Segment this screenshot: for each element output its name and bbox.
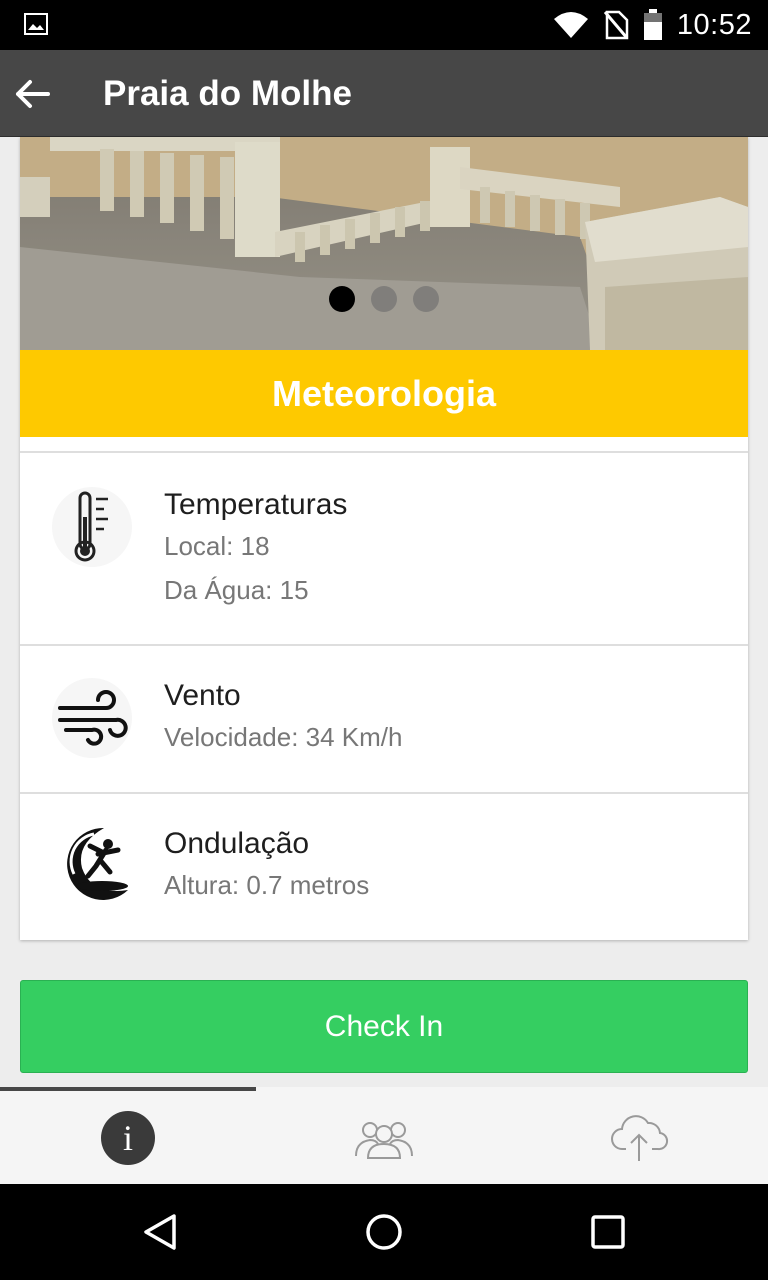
screen: 10:52 Praia do Molhe Meteorologia Temper… [0,0,768,1280]
tab-info[interactable]: i [0,1091,256,1184]
wind-speed: Velocidade: 34 Km/h [164,722,403,752]
swell-height: Altura: 0.7 metros [164,870,370,900]
status-bar: 10:52 [0,0,768,50]
carousel-indicator [20,286,748,312]
system-navigation-bar [0,1184,768,1280]
wind-text: Vento Velocidade: 34 Km/h [164,678,403,754]
page-title: Praia do Molhe [103,74,352,113]
gallery-notification-icon [24,13,48,35]
tab-upload[interactable] [512,1091,768,1184]
temperature-row: Temperaturas Local: 18 Da Água: 15 [20,453,748,644]
back-triangle-icon[interactable] [140,1212,180,1252]
arrow-back-icon[interactable] [12,74,52,114]
swell-heading: Ondulação [164,827,310,860]
carousel-dot[interactable] [329,286,355,312]
info-icon: i [101,1110,155,1165]
tab-people[interactable] [256,1091,512,1184]
meteorology-header: Meteorologia [20,350,748,437]
cloud-upload-icon [611,1114,669,1161]
temperature-water: Da Água: 15 [164,575,309,605]
status-clock: 10:52 [676,8,752,41]
beach-info-card: Meteorologia Temperaturas Local: 18 Da Á… [20,137,748,940]
no-sim-icon [603,10,629,40]
thermometer-icon [52,487,132,567]
home-circle-icon[interactable] [364,1212,404,1252]
battery-icon [643,9,662,40]
app-bar: Praia do Molhe [0,50,768,137]
beach-photo-carousel[interactable] [20,137,748,350]
temperature-heading: Temperaturas [164,488,348,521]
temperature-text: Temperaturas Local: 18 Da Água: 15 [164,487,347,607]
surfer-wave-icon [52,824,132,904]
temperature-local: Local: 18 [164,531,270,561]
swell-text: Ondulação Altura: 0.7 metros [164,826,369,902]
bottom-tab-bar: i [0,1087,768,1184]
carousel-dot[interactable] [371,286,397,312]
wind-row: Vento Velocidade: 34 Km/h [20,646,748,792]
wifi-icon [553,12,588,38]
wind-heading: Vento [164,679,241,712]
swell-row: Ondulação Altura: 0.7 metros [20,794,748,940]
wind-icon [52,678,132,758]
recents-square-icon[interactable] [588,1212,628,1252]
people-group-icon [355,1121,413,1159]
beach-photo [20,137,748,350]
carousel-dot[interactable] [413,286,439,312]
check-in-button[interactable]: Check In [20,980,748,1073]
